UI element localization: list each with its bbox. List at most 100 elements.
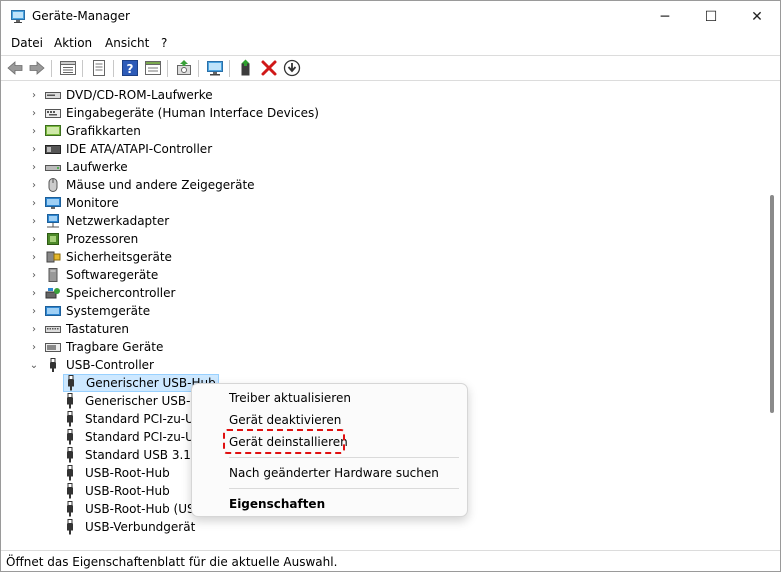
forward-arrow-icon[interactable] bbox=[28, 59, 46, 77]
tree-category-label: Mäuse und andere Zeigegeräte bbox=[66, 178, 255, 192]
tree-category-tastaturen[interactable]: Tastaturen bbox=[45, 320, 129, 338]
tree-category-label: Grafikkarten bbox=[66, 124, 141, 138]
usb-device-item[interactable]: Standard USB 3.1 eX bbox=[63, 446, 210, 464]
update-driver-icon[interactable] bbox=[175, 59, 193, 77]
menu-scan-hardware[interactable]: Nach geänderter Hardware suchen bbox=[229, 466, 439, 480]
toolbar-separator bbox=[167, 60, 168, 77]
back-arrow-icon[interactable] bbox=[6, 59, 24, 77]
storage-controller-icon bbox=[45, 288, 60, 299]
chevron-right-icon[interactable]: › bbox=[29, 248, 39, 266]
chevron-right-icon[interactable]: › bbox=[29, 140, 39, 158]
tree-category-monitore[interactable]: Monitore bbox=[45, 194, 119, 212]
toolbar-separator bbox=[51, 60, 52, 77]
tree-category-label: DVD/CD-ROM-Laufwerke bbox=[66, 88, 213, 102]
tree-category-label: IDE ATA/ATAPI-Controller bbox=[66, 142, 213, 156]
usb-device-item[interactable]: USB-Root-Hub bbox=[63, 464, 170, 482]
chevron-right-icon[interactable]: › bbox=[29, 104, 39, 122]
tree-category-grafikkarten[interactable]: Grafikkarten bbox=[45, 122, 141, 140]
network-adapter-icon bbox=[47, 214, 59, 228]
menu-bar: Datei Aktion Ansicht ? bbox=[1, 32, 780, 54]
display-adapter-icon bbox=[45, 125, 61, 136]
processor-icon bbox=[47, 233, 59, 245]
toolbar: ? bbox=[1, 55, 780, 81]
tree-category-usb-controller[interactable]: USB-Controller bbox=[45, 356, 154, 374]
ide-controller-icon bbox=[45, 145, 61, 154]
tree-category-tragbare-geräte[interactable]: Tragbare Geräte bbox=[45, 338, 163, 356]
menu-datei[interactable]: Datei bbox=[11, 36, 43, 50]
tree-category-label: Tragbare Geräte bbox=[66, 340, 164, 354]
menu-aktion[interactable]: Aktion bbox=[54, 36, 92, 50]
tree-category-label: Monitore bbox=[66, 196, 119, 210]
tree-category-label: Speichercontroller bbox=[66, 286, 176, 300]
maximize-button[interactable]: ☐ bbox=[688, 1, 734, 32]
chevron-right-icon[interactable]: › bbox=[29, 158, 39, 176]
usb-device-item[interactable]: Standard PCI-zu-US bbox=[63, 410, 202, 428]
dvd-drive-icon bbox=[45, 92, 61, 99]
close-button[interactable]: ✕ bbox=[734, 1, 780, 32]
title-bar: Geräte-Manager ─ ☐ ✕ bbox=[1, 1, 780, 32]
usb-plug-icon bbox=[67, 519, 73, 535]
chevron-right-icon[interactable]: › bbox=[29, 284, 39, 302]
disk-drive-icon bbox=[45, 165, 61, 171]
menu-help[interactable]: ? bbox=[161, 36, 167, 50]
tree-category-label: Laufwerke bbox=[66, 160, 128, 174]
usb-device-item[interactable]: Generischer USB-Hu bbox=[63, 392, 207, 410]
tree-category-label: Netzwerkadapter bbox=[66, 214, 170, 228]
menu-disable-device[interactable]: Gerät deaktivieren bbox=[229, 413, 341, 427]
tree-category-dvd-cd-rom-laufwerke[interactable]: DVD/CD-ROM-Laufwerke bbox=[45, 86, 213, 104]
chevron-right-icon[interactable]: › bbox=[29, 122, 39, 140]
tree-category-label: Tastaturen bbox=[66, 322, 129, 336]
minimize-button[interactable]: ─ bbox=[642, 1, 688, 32]
tree-category-sicherheitsgeräte[interactable]: Sicherheitsgeräte bbox=[45, 248, 172, 266]
chevron-right-icon[interactable]: › bbox=[29, 176, 39, 194]
tree-category-laufwerke[interactable]: Laufwerke bbox=[45, 158, 128, 176]
menu-ansicht[interactable]: Ansicht bbox=[105, 36, 149, 50]
help-icon[interactable]: ? bbox=[121, 59, 139, 77]
toolbar-separator bbox=[113, 60, 114, 77]
toolbar-separator bbox=[198, 60, 199, 77]
usb-plug-icon bbox=[67, 447, 73, 463]
vertical-scrollbar[interactable] bbox=[765, 83, 780, 548]
tree-category-mäuse-und-andere-zeigegeräte[interactable]: Mäuse und andere Zeigegeräte bbox=[45, 176, 255, 194]
chevron-right-icon[interactable]: › bbox=[29, 320, 39, 338]
tree-category-speichercontroller[interactable]: Speichercontroller bbox=[45, 284, 175, 302]
uninstall-x-icon[interactable] bbox=[260, 59, 278, 77]
tree-category-softwaregeräte[interactable]: Softwaregeräte bbox=[45, 266, 158, 284]
chevron-right-icon[interactable]: › bbox=[29, 212, 39, 230]
device-manager-app-icon bbox=[11, 10, 25, 23]
menu-properties[interactable]: Eigenschaften bbox=[229, 497, 325, 511]
chevron-right-icon[interactable]: › bbox=[29, 338, 39, 356]
tree-category-eingabegeräte-human-interface-devices[interactable]: Eingabegeräte (Human Interface Devices) bbox=[45, 104, 319, 122]
properties-sheet-icon[interactable] bbox=[90, 59, 108, 77]
chevron-right-icon[interactable]: › bbox=[29, 266, 39, 284]
usb-plug-icon bbox=[67, 465, 73, 481]
scrollbar-thumb[interactable] bbox=[770, 195, 774, 413]
usb-device-label: USB-Root-Hub (USE bbox=[85, 502, 203, 516]
scan-hardware-icon[interactable] bbox=[206, 59, 224, 77]
menu-separator bbox=[229, 457, 459, 458]
tree-category-netzwerkadapter[interactable]: Netzwerkadapter bbox=[45, 212, 169, 230]
usb-device-item[interactable]: Standard PCI-zu-US bbox=[63, 428, 202, 446]
tree-view-icon[interactable] bbox=[59, 59, 77, 77]
usb-plug-icon bbox=[67, 501, 73, 517]
usb-device-item[interactable]: USB-Verbundgerät bbox=[63, 518, 195, 536]
chevron-right-icon[interactable]: › bbox=[29, 86, 39, 104]
add-driver-icon[interactable] bbox=[237, 59, 255, 77]
status-bar: Öffnet das Eigenschaftenblatt für die ak… bbox=[1, 550, 780, 571]
usb-device-item[interactable]: USB-Root-Hub bbox=[63, 482, 170, 500]
system-device-icon bbox=[45, 306, 61, 316]
download-circle-icon[interactable] bbox=[283, 59, 301, 77]
menu-update-driver[interactable]: Treiber aktualisieren bbox=[229, 391, 351, 405]
tree-category-ide-ata-atapi-controller[interactable]: IDE ATA/ATAPI-Controller bbox=[45, 140, 212, 158]
tree-category-systemgeräte[interactable]: Systemgeräte bbox=[45, 302, 150, 320]
usb-controller-icon bbox=[50, 358, 56, 372]
chevron-right-icon[interactable]: › bbox=[29, 230, 39, 248]
menu-separator bbox=[229, 488, 459, 489]
chevron-right-icon[interactable]: › bbox=[29, 302, 39, 320]
chevron-right-icon[interactable]: › bbox=[29, 194, 39, 212]
usb-device-item[interactable]: USB-Root-Hub (USE bbox=[63, 500, 202, 518]
usb-plug-icon bbox=[67, 393, 73, 409]
view-list-icon[interactable] bbox=[144, 59, 162, 77]
chevron-down-icon[interactable]: ⌄ bbox=[29, 356, 39, 374]
tree-category-prozessoren[interactable]: Prozessoren bbox=[45, 230, 138, 248]
